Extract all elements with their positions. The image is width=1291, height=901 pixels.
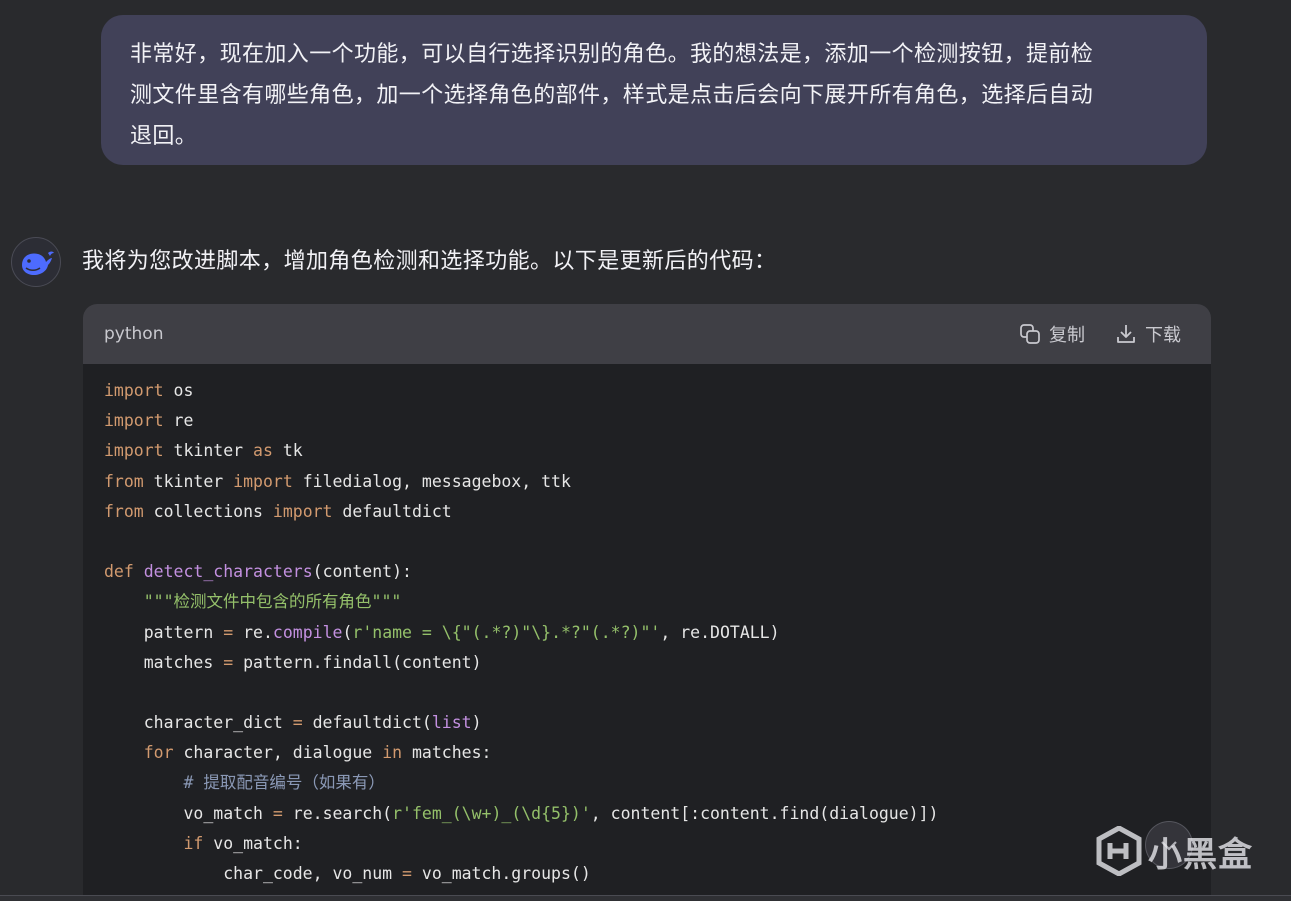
copy-button[interactable]: 复制 — [1019, 320, 1085, 348]
code-line: def detect_characters(content): — [104, 557, 938, 587]
input-area-edge — [0, 895, 1291, 901]
code-token: import — [233, 471, 293, 491]
code-token: r'fem_(\w+)_(\d{5})' — [392, 803, 591, 823]
code-token: re — [163, 411, 194, 431]
code-token: """检测文件中包含的所有角色""" — [143, 592, 402, 612]
code-line: character_dict = defaultdict(list) — [104, 708, 938, 738]
code-token: , content[:content.find(dialogue)]) — [590, 803, 939, 823]
code-token: tkinter — [143, 471, 234, 491]
code-token: defaultdict( — [302, 713, 432, 733]
code-token: , re.DOTALL) — [660, 622, 780, 642]
download-button[interactable]: 下载 — [1115, 320, 1181, 348]
code-block: python 复制 下载 import os import re import tk… — [83, 304, 1211, 901]
code-content: import os import re import tkinter as tk fr… — [104, 376, 938, 889]
code-token: defaultdict — [332, 501, 452, 521]
code-token: from — [104, 501, 144, 521]
watermark-text: 小黑盒 — [1148, 834, 1253, 875]
code-token: ( — [342, 622, 353, 642]
code-token: def — [104, 562, 134, 582]
code-token: tkinter — [163, 441, 254, 461]
whale-logo-icon — [22, 251, 54, 275]
code-token: character_dict — [104, 713, 293, 733]
code-token: compile — [272, 622, 343, 642]
code-token: vo_match: — [203, 833, 303, 853]
assistant-avatar — [11, 237, 61, 287]
code-line: for character, dialogue in matches: — [104, 738, 938, 768]
copy-button-label: 复制 — [1049, 325, 1085, 346]
code-line: import tkinter as tk — [104, 436, 938, 466]
code-token: in — [382, 743, 403, 763]
copy-icon — [1020, 324, 1040, 344]
code-token: import — [104, 441, 164, 461]
code-token: character, dialogue — [173, 743, 383, 763]
chat-page: 非常好，现在加入一个功能，可以自行选择识别的角色。我的想法是，添加一个检测按钮，… — [0, 0, 1291, 901]
code-line: """检测文件中包含的所有角色""" — [104, 587, 938, 617]
user-message-line: 测文件里含有哪些角色，加一个选择角色的部件，样式是点击后会向下展开所有角色，选择… — [130, 83, 1094, 108]
code-language-label: python — [104, 324, 164, 344]
code-token: from — [104, 471, 144, 491]
code-token: tk — [272, 441, 303, 461]
code-line: from collections import defaultdict — [104, 497, 938, 527]
heybox-logo-icon — [1096, 826, 1142, 876]
code-line: from tkinter import filedialog, messageb… — [104, 467, 938, 497]
code-line: char_code, vo_num = vo_match.groups() — [104, 859, 938, 889]
code-token: pattern.findall(content) — [233, 652, 482, 672]
code-token: import — [104, 381, 164, 400]
download-button-label: 下载 — [1145, 325, 1181, 346]
code-token: re.search( — [282, 803, 393, 823]
code-line: import re — [104, 406, 938, 436]
code-token: collections — [143, 501, 273, 521]
user-message-bubble: 非常好，现在加入一个功能，可以自行选择识别的角色。我的想法是，添加一个检测按钮，… — [101, 15, 1207, 165]
code-token: detect_characters — [143, 562, 313, 582]
code-token: for — [143, 743, 174, 763]
code-token: import — [104, 411, 164, 431]
assistant-intro-text: 我将为您改进脚本，增加角色检测和选择功能。以下是更新后的代码： — [82, 249, 777, 274]
code-token: as — [253, 441, 273, 461]
code-token: if — [183, 833, 204, 853]
code-token: = — [223, 622, 234, 642]
code-token: filedialog, messagebox, ttk — [292, 471, 571, 491]
code-line: vo_match = re.search(r'fem_(\w+)_(\d{5})… — [104, 799, 938, 829]
code-token: = — [223, 652, 234, 672]
code-line: matches = pattern.findall(content) — [104, 648, 938, 678]
code-token: os — [163, 381, 194, 400]
code-token: (content): — [312, 562, 412, 582]
code-token: vo_match — [104, 803, 273, 823]
code-line: import os — [104, 376, 938, 406]
code-block-header: python 复制 下载 — [83, 304, 1211, 364]
code-token: = — [402, 864, 412, 883]
code-token: import — [272, 501, 333, 521]
code-token: list — [431, 713, 472, 733]
heybox-watermark: 小黑盒 — [1096, 826, 1253, 876]
code-token: = — [272, 803, 283, 823]
code-line: pattern = re.compile(r'name = \{"(.*?)"\… — [104, 618, 938, 648]
download-icon — [1117, 325, 1135, 343]
code-token: r'name = \{"(.*?)"\}.*?"(.*?)"' — [352, 622, 661, 642]
code-token: vo_match.groups() — [411, 864, 591, 883]
code-token: char_code, vo_num — [104, 864, 403, 883]
user-message-line: 非常好，现在加入一个功能，可以自行选择识别的角色。我的想法是，添加一个检测按钮，… — [130, 42, 1094, 67]
user-message-line: 退回。 — [130, 124, 198, 149]
code-token: matches: — [402, 743, 492, 763]
code-token: # 提取配音编号（如果有） — [183, 773, 385, 793]
code-token: = — [292, 713, 303, 733]
code-line: if vo_match: — [104, 829, 938, 859]
code-token: ) — [471, 713, 482, 733]
code-token: re. — [233, 622, 273, 642]
code-token: matches — [104, 652, 224, 672]
code-token: pattern — [104, 622, 224, 642]
code-line: # 提取配音编号（如果有） — [104, 768, 938, 798]
